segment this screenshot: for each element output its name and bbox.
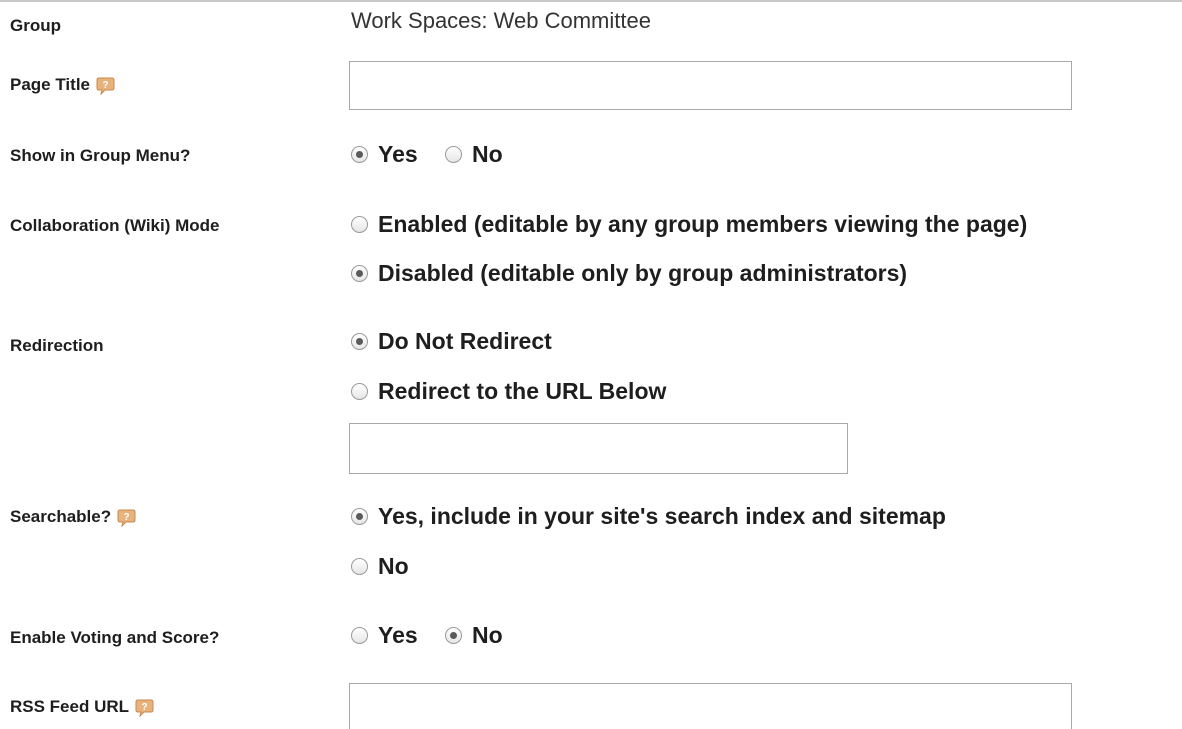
- wiki-mode-disabled[interactable]: Disabled (editable only by group adminis…: [351, 260, 907, 287]
- option-label: No: [472, 622, 503, 648]
- show-in-menu-label: Show in Group Menu?: [10, 146, 190, 166]
- wiki-mode-label: Collaboration (Wiki) Mode: [10, 216, 220, 236]
- option-label: Yes: [378, 141, 418, 167]
- help-icon[interactable]: ?: [135, 698, 154, 717]
- voting-yes[interactable]: Yes: [351, 622, 418, 649]
- radio-icon[interactable]: [351, 627, 368, 644]
- show-in-menu-label-text: Show in Group Menu?: [10, 146, 191, 165]
- svg-text:?: ?: [141, 702, 147, 713]
- option-label: Enabled (editable by any group members v…: [378, 211, 1028, 237]
- show-in-menu-no[interactable]: No: [445, 141, 503, 168]
- option-label: Disabled (editable only by group adminis…: [378, 260, 908, 286]
- redirection-label-text: Redirection: [10, 336, 104, 355]
- wiki-mode-label-text: Collaboration (Wiki) Mode: [10, 216, 220, 235]
- radio-icon[interactable]: [445, 627, 462, 644]
- option-label: Do Not Redirect: [378, 328, 552, 354]
- top-divider: [0, 0, 1182, 2]
- option-label: Redirect to the URL Below: [378, 378, 667, 404]
- page-title-label-text: Page Title: [10, 75, 90, 94]
- radio-icon[interactable]: [351, 558, 368, 575]
- rss-feed-input[interactable]: [349, 683, 1072, 729]
- radio-icon[interactable]: [351, 333, 368, 350]
- voting-no[interactable]: No: [445, 622, 503, 649]
- radio-icon[interactable]: [351, 146, 368, 163]
- help-icon[interactable]: ?: [117, 508, 136, 527]
- svg-text:?: ?: [124, 512, 130, 523]
- page-settings-form: Group Work Spaces: Web Committee Page Ti…: [0, 0, 1182, 729]
- radio-icon[interactable]: [351, 383, 368, 400]
- option-label: Yes: [378, 622, 418, 648]
- group-label-text: Group: [10, 16, 61, 35]
- voting-label: Enable Voting and Score?: [10, 628, 219, 648]
- svg-text:?: ?: [102, 80, 108, 91]
- redirect-none[interactable]: Do Not Redirect: [351, 328, 552, 355]
- redirect-url-input[interactable]: [349, 423, 848, 474]
- option-label: No: [378, 553, 409, 579]
- voting-label-text: Enable Voting and Score?: [10, 628, 220, 647]
- group-label: Group: [10, 16, 61, 36]
- radio-icon[interactable]: [351, 508, 368, 525]
- option-label: Yes, include in your site's search index…: [378, 503, 946, 529]
- searchable-no[interactable]: No: [351, 553, 409, 580]
- help-icon[interactable]: ?: [96, 76, 115, 95]
- searchable-label-text: Searchable?: [10, 507, 112, 526]
- radio-icon[interactable]: [351, 265, 368, 282]
- redirection-label: Redirection: [10, 336, 104, 356]
- searchable-yes[interactable]: Yes, include in your site's search index…: [351, 503, 946, 530]
- rss-feed-label-text: RSS Feed URL: [10, 697, 130, 716]
- page-title-label: Page Title ?: [10, 74, 115, 96]
- searchable-label: Searchable? ?: [10, 506, 136, 528]
- page-title-input[interactable]: [349, 61, 1072, 110]
- show-in-menu-yes[interactable]: Yes: [351, 141, 418, 168]
- radio-icon[interactable]: [351, 216, 368, 233]
- option-label: No: [472, 141, 503, 167]
- wiki-mode-enabled[interactable]: Enabled (editable by any group members v…: [351, 211, 1027, 238]
- group-value: Work Spaces: Web Committee: [351, 8, 651, 33]
- redirect-to-url[interactable]: Redirect to the URL Below: [351, 378, 666, 405]
- radio-icon[interactable]: [445, 146, 462, 163]
- rss-feed-label: RSS Feed URL ?: [10, 696, 154, 718]
